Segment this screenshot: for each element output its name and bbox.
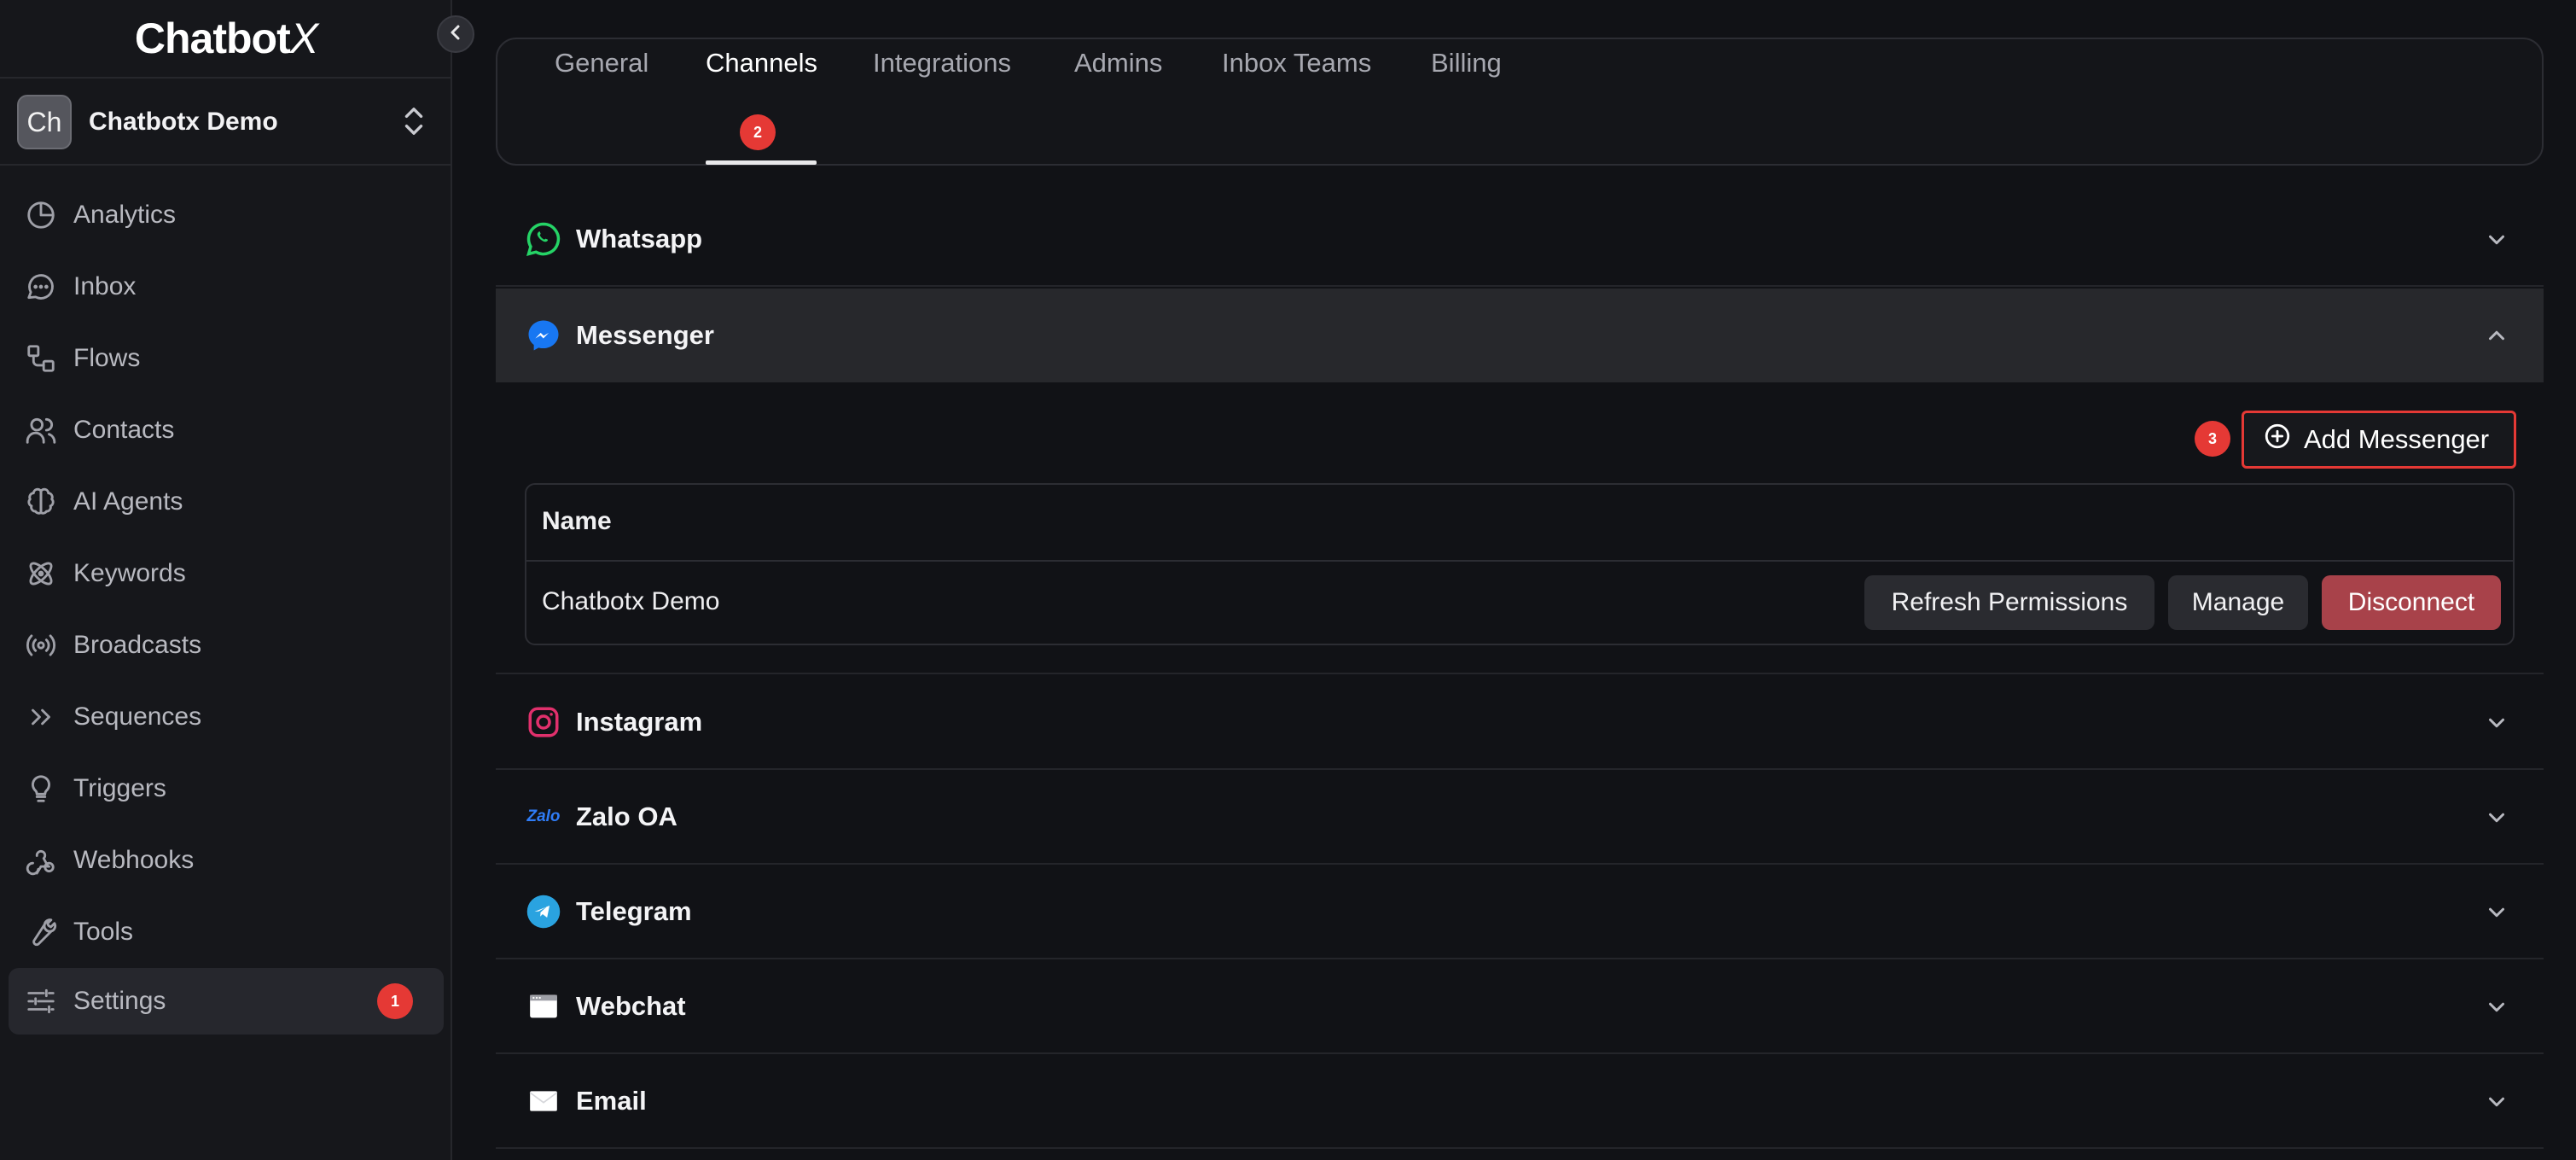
- sidebar: Chatbot X Ch Chatbotx Demo Analytics Inbo…: [0, 0, 452, 1160]
- chevron-down-icon: [2484, 805, 2509, 835]
- messenger-table: Name Chatbotx Demo Refresh Permissions M…: [525, 483, 2515, 645]
- sidebar-item-contacts[interactable]: Contacts: [0, 394, 452, 466]
- telegram-icon: [525, 893, 562, 930]
- chevron-down-icon: [2484, 1089, 2509, 1119]
- sidebar-item-label: Contacts: [73, 416, 175, 444]
- tab-integrations[interactable]: Integrations: [873, 48, 1011, 79]
- workspace-name: Chatbotx Demo: [89, 108, 278, 136]
- brain-icon: [24, 485, 58, 519]
- tab-general[interactable]: General: [555, 48, 648, 79]
- sidebar-item-ai-agents[interactable]: AI Agents: [0, 466, 452, 538]
- step-badge: 3: [2195, 421, 2230, 457]
- sidebar-item-label: Keywords: [73, 559, 186, 587]
- zalo-logo-text: Zalo: [526, 807, 561, 825]
- sidebar-item-sequences[interactable]: Sequences: [0, 681, 452, 753]
- sidebar-item-label: Tools: [73, 918, 134, 946]
- email-icon: [525, 1082, 562, 1120]
- sidebar-item-keywords[interactable]: Keywords: [0, 538, 452, 609]
- tab-admins[interactable]: Admins: [1074, 48, 1162, 79]
- logo-x: X: [289, 15, 318, 62]
- double-chevron-right-icon: [24, 700, 58, 734]
- workspace-avatar: Ch: [17, 95, 72, 149]
- zalo-logo-icon: Zalo: [525, 798, 562, 836]
- sidebar-nav: Analytics Inbox Flows Contacts AI Agents…: [0, 179, 452, 1035]
- logo-text: Chatbot: [134, 15, 291, 62]
- sidebar-item-label: Settings: [73, 987, 166, 1015]
- channel-title: Telegram: [576, 896, 692, 926]
- channel-title: Webchat: [576, 991, 686, 1021]
- channel-webchat[interactable]: Webchat: [496, 960, 2544, 1054]
- channel-title: Whatsapp: [576, 224, 703, 254]
- step-badge: 2: [740, 114, 776, 150]
- add-messenger-button[interactable]: Add Messenger: [2242, 411, 2516, 469]
- chevron-down-icon: [2484, 710, 2509, 740]
- sidebar-item-broadcasts[interactable]: Broadcasts: [0, 609, 452, 681]
- channel-whatsapp[interactable]: Whatsapp: [496, 193, 2544, 287]
- instagram-icon: [525, 703, 562, 741]
- sidebar-item-flows[interactable]: Flows: [0, 323, 452, 394]
- chat-bubble-icon: [24, 270, 58, 304]
- collapse-sidebar-button[interactable]: [437, 15, 474, 53]
- chevrons-up-down-icon: [399, 104, 428, 143]
- flow-icon: [24, 341, 58, 376]
- plus-circle-icon: [2263, 422, 2292, 458]
- disconnect-button[interactable]: Disconnect: [2322, 575, 2501, 630]
- channel-email[interactable]: Email: [496, 1055, 2544, 1149]
- sidebar-item-label: Inbox: [73, 272, 137, 300]
- tab-billing[interactable]: Billing: [1431, 48, 1502, 79]
- pie-chart-icon: [24, 198, 58, 232]
- refresh-permissions-button[interactable]: Refresh Permissions: [1864, 575, 2154, 630]
- channel-messenger[interactable]: Messenger: [496, 289, 2544, 382]
- tab-channels[interactable]: Channels: [706, 48, 817, 79]
- channel-title: Messenger: [576, 320, 714, 350]
- workspace-switcher[interactable]: Ch Chatbotx Demo: [0, 80, 452, 166]
- sidebar-item-inbox[interactable]: Inbox: [0, 251, 452, 323]
- page-name-cell: Chatbotx Demo: [542, 587, 720, 615]
- sidebar-item-label: Sequences: [73, 702, 202, 731]
- messenger-icon: [525, 317, 562, 354]
- add-messenger-label: Add Messenger: [2304, 424, 2490, 454]
- sidebar-item-label: Analytics: [73, 201, 177, 229]
- sidebar-item-analytics[interactable]: Analytics: [0, 179, 452, 251]
- sliders-icon: [24, 984, 58, 1018]
- users-icon: [24, 413, 58, 447]
- sidebar-item-label: Flows: [73, 344, 141, 372]
- lightbulb-icon: [24, 772, 58, 806]
- whatsapp-icon: [525, 220, 562, 258]
- chevron-up-icon: [2484, 323, 2509, 353]
- chevron-down-icon: [2484, 994, 2509, 1024]
- app-root: Chatbot X Ch Chatbotx Demo Analytics Inbo…: [0, 0, 2576, 1160]
- channel-instagram[interactable]: Instagram: [496, 676, 2544, 770]
- sidebar-item-label: Triggers: [73, 774, 166, 802]
- sidebar-item-settings[interactable]: Settings 1: [9, 968, 444, 1035]
- chevron-down-icon: [2484, 900, 2509, 930]
- table-divider: [526, 560, 2513, 562]
- broadcast-icon: [24, 628, 58, 662]
- sidebar-item-label: Webhooks: [73, 846, 195, 874]
- sidebar-item-triggers[interactable]: Triggers: [0, 753, 452, 825]
- channel-title: Instagram: [576, 707, 703, 737]
- channel-title: Email: [576, 1086, 647, 1116]
- chevron-left-icon: [445, 22, 466, 47]
- browser-window-icon: [525, 988, 562, 1025]
- sidebar-item-tools[interactable]: Tools: [0, 896, 452, 968]
- manage-button[interactable]: Manage: [2168, 575, 2308, 630]
- channel-title: Zalo OA: [576, 802, 677, 831]
- active-tab-indicator: [706, 160, 817, 165]
- tab-inbox-teams[interactable]: Inbox Teams: [1222, 48, 1371, 79]
- chevron-down-icon: [2484, 227, 2509, 257]
- channel-zalo-oa[interactable]: Zalo Zalo OA: [496, 771, 2544, 865]
- sidebar-item-label: Broadcasts: [73, 631, 202, 659]
- webhook-icon: [24, 843, 58, 877]
- sidebar-item-label: AI Agents: [73, 487, 183, 516]
- step-badge: 1: [377, 983, 413, 1019]
- app-logo[interactable]: Chatbot X: [0, 0, 452, 79]
- sidebar-item-webhooks[interactable]: Webhooks: [0, 825, 452, 896]
- wrench-icon: [24, 915, 58, 949]
- column-header-name: Name: [542, 507, 612, 535]
- channel-telegram[interactable]: Telegram: [496, 866, 2544, 959]
- atom-icon: [24, 557, 58, 591]
